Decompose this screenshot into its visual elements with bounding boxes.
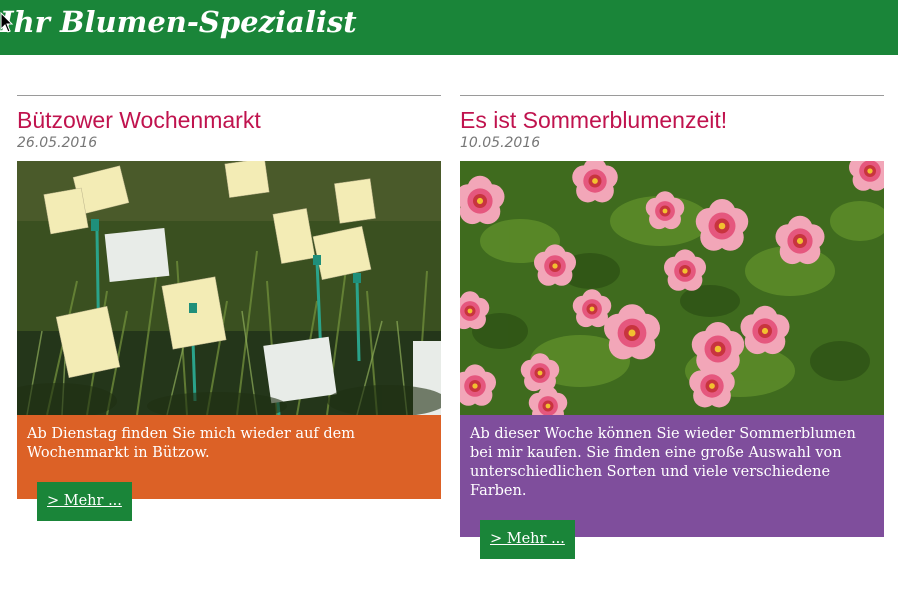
article-teaser-box: Ab dieser Woche können Sie wieder Sommer… <box>460 415 884 537</box>
article-teaser-text: Ab Dienstag finden Sie mich wieder auf d… <box>27 426 355 461</box>
article-title[interactable]: Es ist Sommerblumenzeit! <box>460 106 884 134</box>
article-teaser-text: Ab dieser Woche können Sie wieder Sommer… <box>470 426 856 499</box>
article-divider <box>17 95 441 96</box>
site-header: Ihr Blumen-Spezialist <box>0 0 898 55</box>
article-divider <box>460 95 884 96</box>
flowers-photo <box>460 161 884 415</box>
site-title[interactable]: Ihr Blumen-Spezialist <box>0 5 357 39</box>
article-date: 26.05.2016 <box>17 135 98 151</box>
article-date: 10.05.2016 <box>460 135 541 151</box>
article-image-market-plants[interactable] <box>17 161 441 415</box>
market-photo <box>17 161 441 415</box>
article-image-summer-flowers[interactable] <box>460 161 884 415</box>
read-more-button[interactable]: > Mehr ... <box>37 482 132 521</box>
read-more-button[interactable]: > Mehr ... <box>480 520 575 559</box>
article-card-wochenmarkt: Bützower Wochenmarkt 26.05.2016 Ab Diens… <box>17 95 441 521</box>
article-card-sommerblumen: Es ist Sommerblumenzeit! 10.05.2016 Ab d… <box>460 95 884 559</box>
mouse-cursor-icon <box>0 12 14 33</box>
article-title[interactable]: Bützower Wochenmarkt <box>17 106 441 134</box>
